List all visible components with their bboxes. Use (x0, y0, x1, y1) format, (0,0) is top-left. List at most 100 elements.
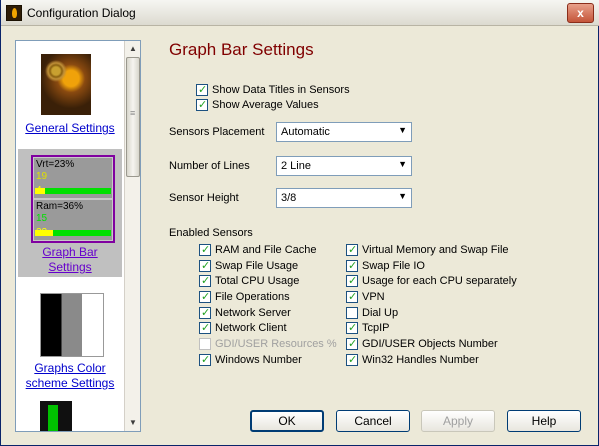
select-value: 2 Line (281, 160, 311, 172)
checkbox-box[interactable] (346, 274, 358, 287)
chevron-down-icon[interactable]: ▼ (398, 125, 407, 135)
checkbox-box[interactable] (196, 98, 208, 111)
checkbox-box[interactable] (346, 321, 358, 334)
checkbox-box[interactable] (346, 290, 358, 303)
ram-text: Ram=36% (36, 201, 83, 212)
checkbox-box[interactable] (199, 321, 211, 334)
sensor-total-cpu-usage[interactable]: Total CPU Usage (199, 274, 300, 287)
partial-settings-icon (40, 401, 72, 431)
sensor-gdi-user-resources: GDI/USER Resources % (199, 338, 337, 350)
sidebar-item-label[interactable]: Graphs Color scheme Settings (20, 361, 120, 391)
checkbox-box[interactable] (346, 337, 358, 350)
vrt-preview: Vrt=23% 19 4 (34, 158, 112, 198)
checkbox-box[interactable] (346, 259, 358, 272)
title-bar[interactable]: Configuration Dialog x (1, 0, 599, 26)
app-icon (6, 5, 22, 21)
page-title: Graph Bar Settings (169, 40, 314, 59)
sensor-network-client[interactable]: Network Client (199, 321, 287, 334)
ok-button[interactable]: OK (250, 410, 324, 432)
sensor-swap-file-io[interactable]: Swap File IO (346, 259, 425, 272)
checkbox-box[interactable] (199, 259, 211, 272)
settings-list: General Settings Vrt=23% 19 4 Ram=36% 15 (16, 41, 124, 431)
checkbox-label: Total CPU Usage (215, 275, 300, 287)
scroll-thumb[interactable] (126, 57, 140, 177)
checkbox-label: Dial Up (362, 307, 399, 319)
sensors-placement-select[interactable]: Automatic ▼ (276, 122, 412, 142)
sidebar-item-general-settings[interactable]: General Settings (18, 41, 122, 143)
sidebar-scrollbar[interactable]: ▲ ▼ (124, 41, 140, 431)
select-value: 3/8 (281, 192, 297, 204)
checkbox-label: Swap File IO (362, 260, 425, 272)
scroll-down-arrow-icon[interactable]: ▼ (125, 415, 140, 431)
sidebar-item-partial[interactable] (18, 397, 122, 431)
checkbox-label: Swap File Usage (215, 260, 299, 272)
sensor-file-operations[interactable]: File Operations (199, 290, 290, 303)
general-settings-icon (41, 54, 91, 115)
sensor-tcpip[interactable]: TcpIP (346, 321, 390, 334)
vrt-value-b: 4 (36, 185, 42, 196)
sensor-network-server[interactable]: Network Server (199, 306, 291, 319)
checkbox-label: Win32 Handles Number (362, 354, 479, 366)
checkbox-box[interactable] (199, 353, 211, 366)
sensor-virtual-memory-swap[interactable]: Virtual Memory and Swap File (346, 243, 509, 256)
sensor-usage-each-cpu[interactable]: Usage for each CPU separately (346, 274, 517, 287)
checkbox-label: Show Average Values (212, 99, 319, 111)
sensor-gdi-user-objects[interactable]: GDI/USER Objects Number (346, 337, 498, 350)
sensor-vpn[interactable]: VPN (346, 290, 385, 303)
show-average-values-checkbox[interactable]: Show Average Values (196, 98, 319, 111)
checkbox-box (199, 338, 211, 350)
apply-button: Apply (421, 410, 495, 432)
sidebar-item-graph-bar-settings[interactable]: Vrt=23% 19 4 Ram=36% 15 22 Graph Bar Set… (18, 149, 122, 277)
sensor-swap-file-usage[interactable]: Swap File Usage (199, 259, 299, 272)
vrt-value-a: 19 (36, 171, 48, 182)
checkbox-box[interactable] (346, 243, 358, 256)
vrt-bar (35, 188, 111, 194)
sensor-height-label: Sensor Height (169, 192, 239, 204)
ram-value-b: 22 (36, 227, 48, 238)
show-data-titles-checkbox[interactable]: Show Data Titles in Sensors (196, 83, 350, 96)
sensor-dial-up[interactable]: Dial Up (346, 307, 398, 319)
sensor-ram-file-cache[interactable]: RAM and File Cache (199, 243, 317, 256)
ram-preview: Ram=36% 15 22 (34, 200, 112, 240)
cancel-button[interactable]: Cancel (336, 410, 410, 432)
vrt-text: Vrt=23% (36, 159, 75, 170)
checkbox-box[interactable] (346, 307, 358, 319)
sidebar-item-label[interactable]: General Settings (18, 121, 122, 136)
checkbox-label: TcpIP (362, 322, 390, 334)
sensor-height-select[interactable]: 3/8 ▼ (276, 188, 412, 208)
ram-value-a: 15 (36, 213, 48, 224)
graph-bar-icon: Vrt=23% 19 4 Ram=36% 15 22 (31, 155, 115, 243)
checkbox-box[interactable] (199, 290, 211, 303)
checkbox-label: Virtual Memory and Swap File (362, 244, 509, 256)
enabled-sensors-label: Enabled Sensors (169, 227, 253, 239)
sensor-win32-handles[interactable]: Win32 Handles Number (346, 353, 479, 366)
chevron-down-icon[interactable]: ▼ (398, 191, 407, 201)
window-title: Configuration Dialog (27, 6, 136, 20)
number-of-lines-select[interactable]: 2 Line ▼ (276, 156, 412, 176)
chevron-down-icon[interactable]: ▼ (398, 159, 407, 169)
help-button[interactable]: Help (507, 410, 581, 432)
configuration-dialog: Configuration Dialog x General Settings … (0, 0, 599, 446)
checkbox-label: RAM and File Cache (215, 244, 317, 256)
number-of-lines-label: Number of Lines (169, 160, 250, 172)
checkbox-label: VPN (362, 291, 385, 303)
close-button[interactable]: x (567, 3, 594, 23)
checkbox-label: GDI/USER Resources % (215, 338, 337, 350)
sensor-windows-number[interactable]: Windows Number (199, 353, 302, 366)
checkbox-box[interactable] (199, 274, 211, 287)
checkbox-label: Usage for each CPU separately (362, 275, 517, 287)
scroll-up-arrow-icon[interactable]: ▲ (125, 41, 140, 57)
checkbox-box[interactable] (199, 243, 211, 256)
checkbox-box[interactable] (346, 353, 358, 366)
checkbox-label: Show Data Titles in Sensors (212, 84, 350, 96)
select-value: Automatic (281, 126, 330, 138)
checkbox-label: Network Client (215, 322, 287, 334)
sidebar-item-graphs-color-scheme[interactable]: Graphs Color scheme Settings (18, 287, 122, 397)
sidebar-item-label[interactable]: Graph Bar Settings (34, 245, 106, 275)
checkbox-label: GDI/USER Objects Number (362, 338, 498, 350)
checkbox-label: Windows Number (215, 354, 302, 366)
checkbox-box[interactable] (196, 83, 208, 96)
checkbox-box[interactable] (199, 306, 211, 319)
checkbox-label: File Operations (215, 291, 290, 303)
color-scheme-icon (40, 293, 104, 357)
